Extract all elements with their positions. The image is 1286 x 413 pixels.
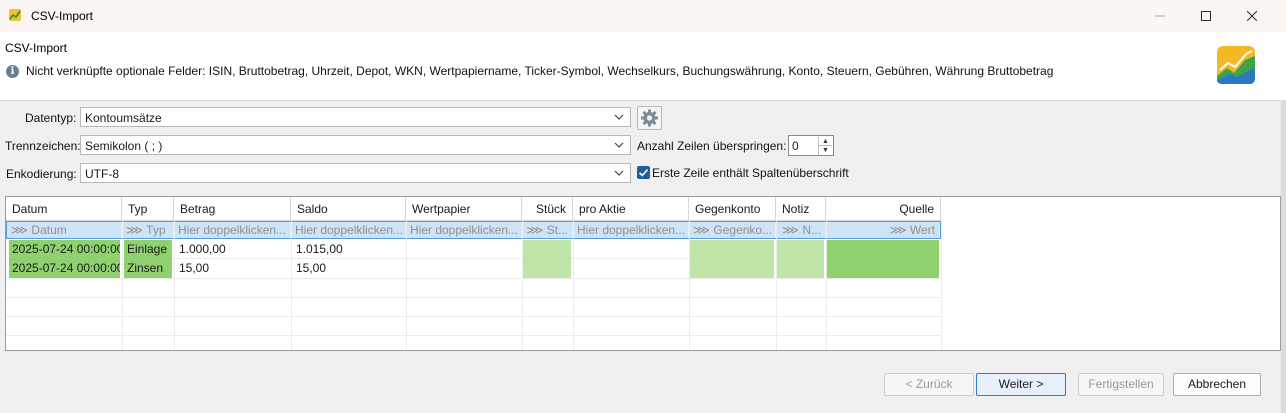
chevron-down-icon	[614, 142, 624, 148]
column-header-pro-aktie[interactable]: pro Aktie	[573, 197, 689, 221]
chevron-down-icon	[614, 170, 624, 176]
checkmark-icon	[638, 169, 649, 177]
next-button[interactable]: Weiter >	[976, 373, 1066, 396]
column-header-notiz[interactable]: Notiz	[776, 197, 826, 221]
cancel-button[interactable]: Abbrechen	[1173, 373, 1261, 396]
datentyp-label: Datentyp:	[25, 111, 77, 125]
close-button[interactable]	[1229, 0, 1275, 32]
column-header-datum[interactable]: Datum	[6, 197, 122, 221]
mapping-cell-datum[interactable]: ⋙ Datum	[7, 222, 122, 238]
app-icon	[9, 9, 21, 21]
mapping-cell-stueck[interactable]: ⋙ St...	[522, 222, 573, 238]
gear-icon	[641, 109, 658, 127]
preview-table[interactable]: Datum Typ Betrag Saldo Wertpapier Stück …	[5, 196, 1281, 351]
cell-typ: Einlage	[124, 240, 172, 259]
mapping-cell-wertpapier[interactable]: Hier doppelklicken...	[406, 222, 522, 238]
column-header-betrag[interactable]: Betrag	[174, 197, 291, 221]
unlinked-fields-info: Nicht verknüpfte optionale Felder: ISIN,…	[26, 64, 1054, 78]
settings-button[interactable]	[637, 106, 662, 130]
column-header-stueck[interactable]: Stück	[522, 197, 573, 221]
back-button[interactable]: < Zurück	[884, 373, 974, 396]
cell-betrag: 15,00	[179, 261, 210, 275]
column-header-quelle[interactable]: Quelle	[826, 197, 941, 221]
enkodierung-label: Enkodierung:	[6, 167, 77, 181]
grid-line	[6, 335, 941, 336]
cell-datum: 2025-07-24 00:00:00	[9, 240, 120, 259]
cell-saldo: 15,00	[296, 261, 327, 275]
cell-datum: 2025-07-24 00:00:00	[9, 259, 120, 278]
cell-notiz	[777, 240, 824, 259]
info-icon: i	[6, 65, 19, 78]
cell-quelle	[827, 259, 939, 278]
cell-stueck	[523, 259, 571, 278]
maximize-button[interactable]	[1183, 0, 1229, 32]
datentyp-select[interactable]: Kontoumsätze	[80, 107, 631, 127]
minimize-button[interactable]	[1137, 0, 1183, 32]
cell-notiz	[777, 259, 824, 278]
grid-line	[174, 221, 175, 350]
mapping-cell-saldo[interactable]: Hier doppelklicken...	[291, 222, 406, 238]
portfolio-logo	[1217, 46, 1255, 84]
page-title: CSV-Import	[5, 41, 68, 55]
trennzeichen-value: Semikolon ( ; )	[85, 139, 163, 153]
cell-gegenkonto	[690, 259, 774, 278]
cell-typ: Zinsen	[124, 259, 172, 278]
header-row-checkbox[interactable]	[637, 166, 650, 179]
mapping-cell-notiz[interactable]: ⋙ N...	[776, 222, 826, 238]
cell-quelle	[827, 240, 939, 259]
mapping-cell-typ[interactable]: ⋙ Typ	[122, 222, 174, 238]
minimize-icon	[1155, 15, 1165, 17]
mapping-row: ⋙ Datum ⋙ Typ Hier doppelklicken... Hier…	[6, 221, 941, 239]
spin-up-button[interactable]: ▲	[818, 137, 832, 146]
mapping-cell-betrag[interactable]: Hier doppelklicken...	[174, 222, 291, 238]
datentyp-value: Kontoumsätze	[85, 111, 162, 125]
window-edge	[1281, 100, 1286, 413]
skip-rows-label: Anzahl Zeilen überspringen:	[637, 139, 787, 153]
finish-button[interactable]: Fertigstellen	[1078, 373, 1164, 396]
column-header-wertpapier[interactable]: Wertpapier	[406, 197, 522, 221]
cell-saldo: 1.015,00	[296, 242, 343, 256]
maximize-icon	[1201, 11, 1211, 21]
title-bar: CSV-Import	[0, 0, 1286, 32]
mapping-cell-pro-aktie[interactable]: Hier doppelklicken...	[573, 222, 689, 238]
mapping-cell-gegenkonto[interactable]: ⋙ Gegenko...	[689, 222, 776, 238]
column-header-typ[interactable]: Typ	[122, 197, 174, 221]
grid-line	[291, 221, 292, 350]
csv-import-window: CSV-Import CSV-Import i Nicht verknüpfte…	[0, 0, 1286, 413]
grid-line	[6, 278, 941, 279]
skip-rows-spinner[interactable]: 0 ▲ ▼	[788, 135, 834, 156]
spin-down-button[interactable]: ▼	[818, 146, 832, 155]
column-header-gegenkonto[interactable]: Gegenkonto	[689, 197, 776, 221]
grid-line	[6, 297, 941, 298]
cell-betrag: 1.000,00	[179, 242, 226, 256]
trennzeichen-label: Trennzeichen:	[5, 139, 81, 153]
grid-line	[406, 221, 407, 350]
skip-rows-value: 0	[792, 139, 799, 153]
enkodierung-select[interactable]: UTF-8	[80, 163, 631, 183]
header-row-label: Erste Zeile enthält Spaltenüberschrift	[652, 166, 849, 180]
enkodierung-value: UTF-8	[85, 167, 119, 181]
grid-line	[122, 221, 123, 350]
wizard-header: CSV-Import i Nicht verknüpfte optionale …	[0, 32, 1286, 101]
trennzeichen-select[interactable]: Semikolon ( ; )	[80, 135, 631, 155]
window-title: CSV-Import	[31, 9, 94, 23]
cell-stueck	[523, 240, 571, 259]
grid-line	[941, 221, 942, 350]
column-header-saldo[interactable]: Saldo	[291, 197, 406, 221]
grid-line	[6, 316, 941, 317]
mapping-cell-quelle[interactable]: ⋙ Wert	[826, 222, 940, 238]
grid-line	[573, 221, 574, 350]
chevron-down-icon	[614, 114, 624, 120]
cell-gegenkonto	[690, 240, 774, 259]
close-icon	[1247, 11, 1257, 21]
